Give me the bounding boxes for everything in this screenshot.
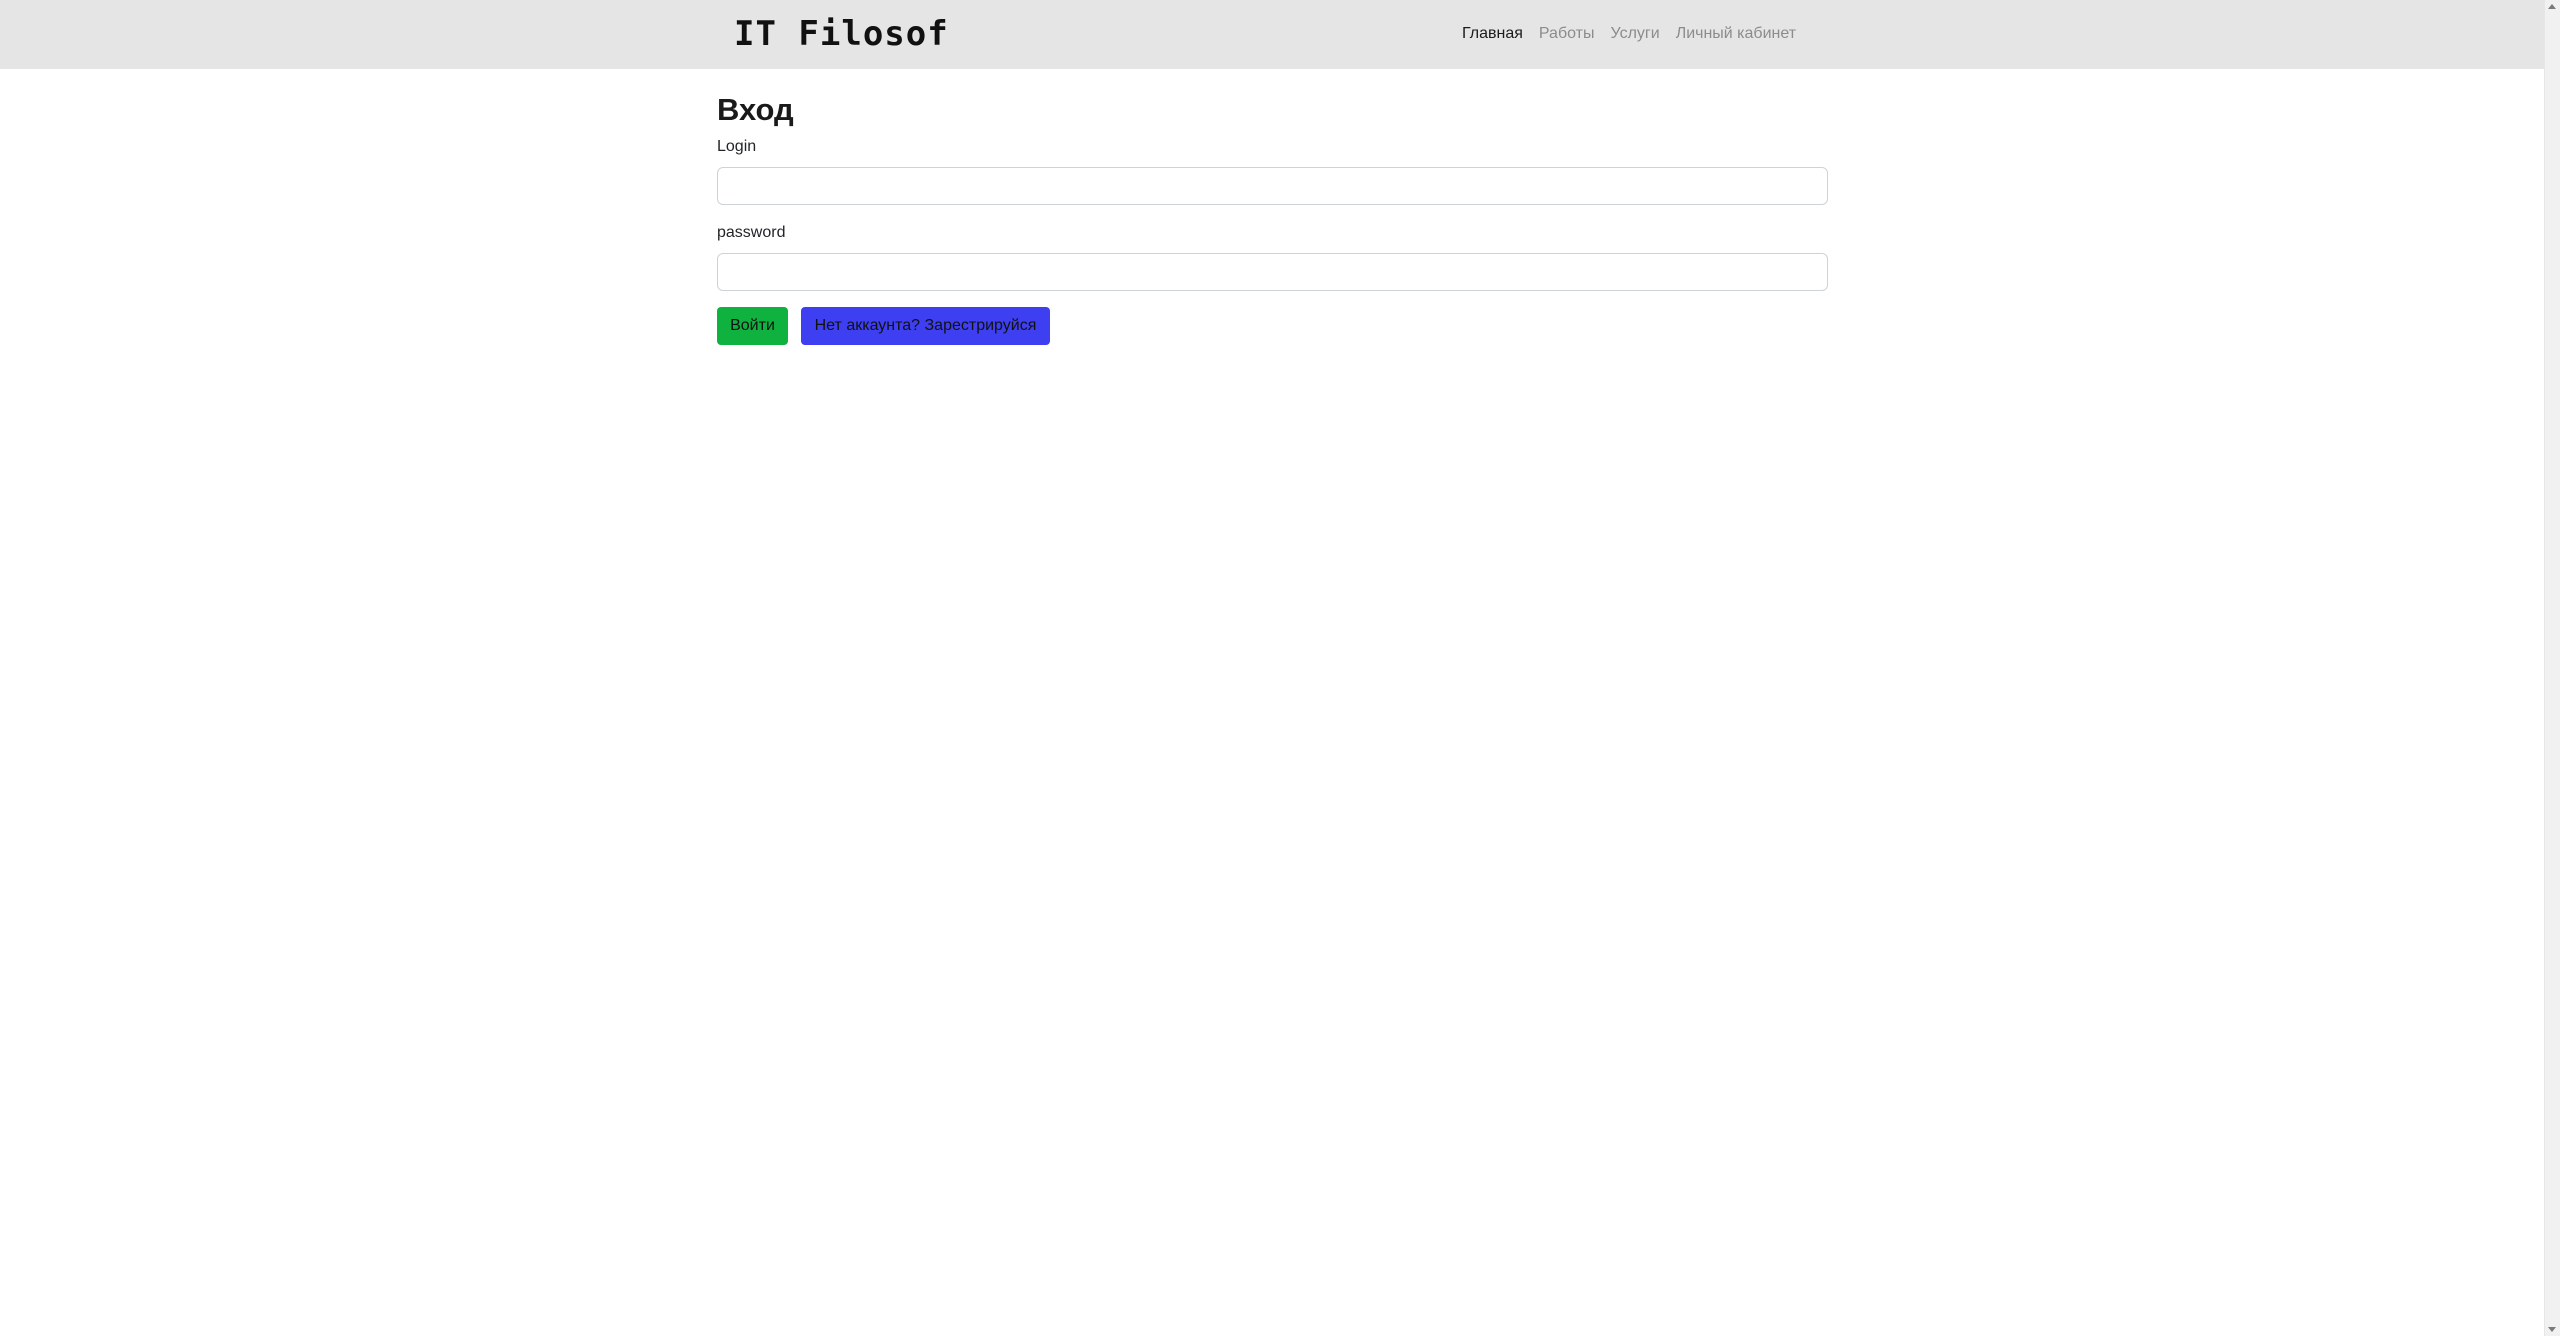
scroll-up-arrow-icon[interactable] bbox=[2548, 4, 2556, 9]
vertical-scrollbar[interactable] bbox=[2544, 0, 2560, 1336]
login-button[interactable]: Войти bbox=[717, 307, 788, 345]
navbar: IT Filosof Главная Работы Услуги Личный … bbox=[0, 0, 2544, 69]
register-button[interactable]: Нет аккаунта? Зарестрируйся bbox=[801, 307, 1050, 345]
login-label: Login bbox=[717, 138, 757, 155]
brand-logo[interactable]: IT Filosof bbox=[734, 14, 949, 54]
nav-link-account[interactable]: Личный кабинет bbox=[1676, 23, 1796, 45]
scroll-down-arrow-icon[interactable] bbox=[2548, 1327, 2556, 1332]
login-input[interactable] bbox=[717, 167, 1828, 205]
nav-link-home[interactable]: Главная bbox=[1462, 23, 1523, 45]
nav-link-services[interactable]: Услуги bbox=[1610, 23, 1659, 45]
password-label: password bbox=[717, 224, 786, 241]
main-nav: Главная Работы Услуги Личный кабинет bbox=[1462, 23, 1796, 45]
page-title: Вход bbox=[717, 92, 794, 127]
password-input[interactable] bbox=[717, 253, 1828, 291]
page: IT Filosof Главная Работы Услуги Личный … bbox=[0, 0, 2560, 1336]
nav-link-works[interactable]: Работы bbox=[1539, 23, 1595, 45]
